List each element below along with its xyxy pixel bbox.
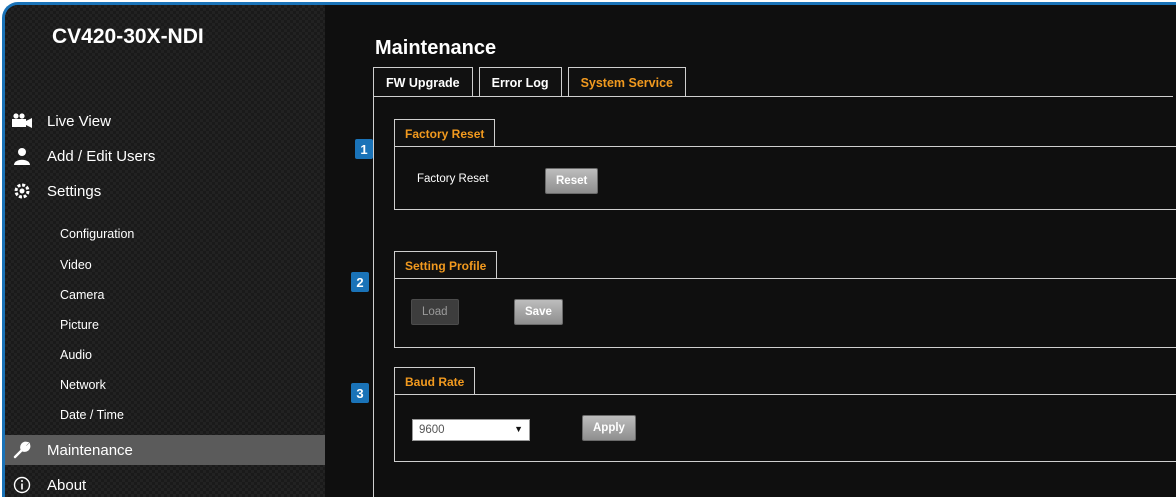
user-icon: [11, 146, 33, 166]
setting-profile-section: Load Save: [394, 278, 1176, 348]
annotation-badge-3: 3: [351, 383, 369, 403]
sidebar-item-label: Add / Edit Users: [47, 147, 156, 165]
sidebar-subitem-video[interactable]: Video: [60, 258, 92, 272]
wrench-icon: [11, 440, 33, 460]
sidebar-item-users[interactable]: Add / Edit Users: [5, 141, 325, 171]
baud-rate-title: Baud Rate: [394, 367, 476, 395]
info-icon: [11, 475, 33, 495]
setting-profile-title: Setting Profile: [394, 251, 498, 279]
factory-reset-label: Factory Reset: [417, 173, 489, 185]
sidebar-subitem-network[interactable]: Network: [60, 378, 106, 392]
tab-error-log[interactable]: Error Log: [478, 67, 562, 97]
dropdown-arrow-icon: ▼: [514, 424, 523, 434]
sidebar-item-about[interactable]: About: [5, 470, 325, 497]
gear-icon: [11, 181, 33, 201]
baud-rate-select[interactable]: 9600 ▼: [412, 419, 530, 441]
sidebar-subitem-configuration[interactable]: Configuration: [60, 227, 134, 241]
tab-system-service[interactable]: System Service: [567, 67, 686, 97]
factory-reset-section: Factory Reset Reset: [394, 146, 1176, 210]
sidebar-item-label: About: [47, 476, 87, 494]
sidebar-item-label: Settings: [47, 182, 102, 200]
device-name: CV420-30X-NDI: [52, 25, 204, 48]
annotation-badge-1: 1: [355, 139, 373, 159]
sidebar-item-live-view[interactable]: Live View: [5, 106, 325, 136]
main-content: Maintenance FW Upgrade Error Log System …: [325, 5, 1176, 497]
sidebar-subitem-picture[interactable]: Picture: [60, 318, 99, 332]
apply-button[interactable]: Apply: [582, 415, 636, 441]
sidebar-item-settings[interactable]: Settings: [5, 176, 325, 206]
page-title: Maintenance: [375, 37, 497, 59]
reset-button[interactable]: Reset: [545, 168, 599, 194]
save-button[interactable]: Save: [514, 299, 563, 325]
camera-icon: [11, 111, 33, 131]
sidebar-item-label: Live View: [47, 112, 111, 130]
tab-fw-upgrade[interactable]: FW Upgrade: [373, 67, 473, 97]
system-service-panel: Factory Reset Factory Reset Reset Settin…: [373, 97, 1176, 497]
sidebar-subitem-date-time[interactable]: Date / Time: [60, 408, 124, 422]
sidebar-subitem-audio[interactable]: Audio: [60, 348, 92, 362]
annotation-badge-2: 2: [351, 272, 369, 292]
tab-bar: FW Upgrade Error Log System Service: [373, 67, 692, 97]
sidebar-subitem-camera[interactable]: Camera: [60, 288, 104, 302]
factory-reset-title: Factory Reset: [394, 119, 496, 147]
app-frame: CV420-30X-NDI Live View Add / Edit Users…: [2, 2, 1176, 497]
sidebar: CV420-30X-NDI Live View Add / Edit Users…: [5, 5, 325, 497]
baud-rate-value: 9600: [419, 424, 445, 436]
baud-rate-section: 9600 ▼ Apply: [394, 394, 1176, 462]
load-button[interactable]: Load: [411, 299, 459, 325]
sidebar-item-maintenance[interactable]: Maintenance: [5, 435, 325, 465]
sidebar-item-label: Maintenance: [47, 441, 133, 459]
